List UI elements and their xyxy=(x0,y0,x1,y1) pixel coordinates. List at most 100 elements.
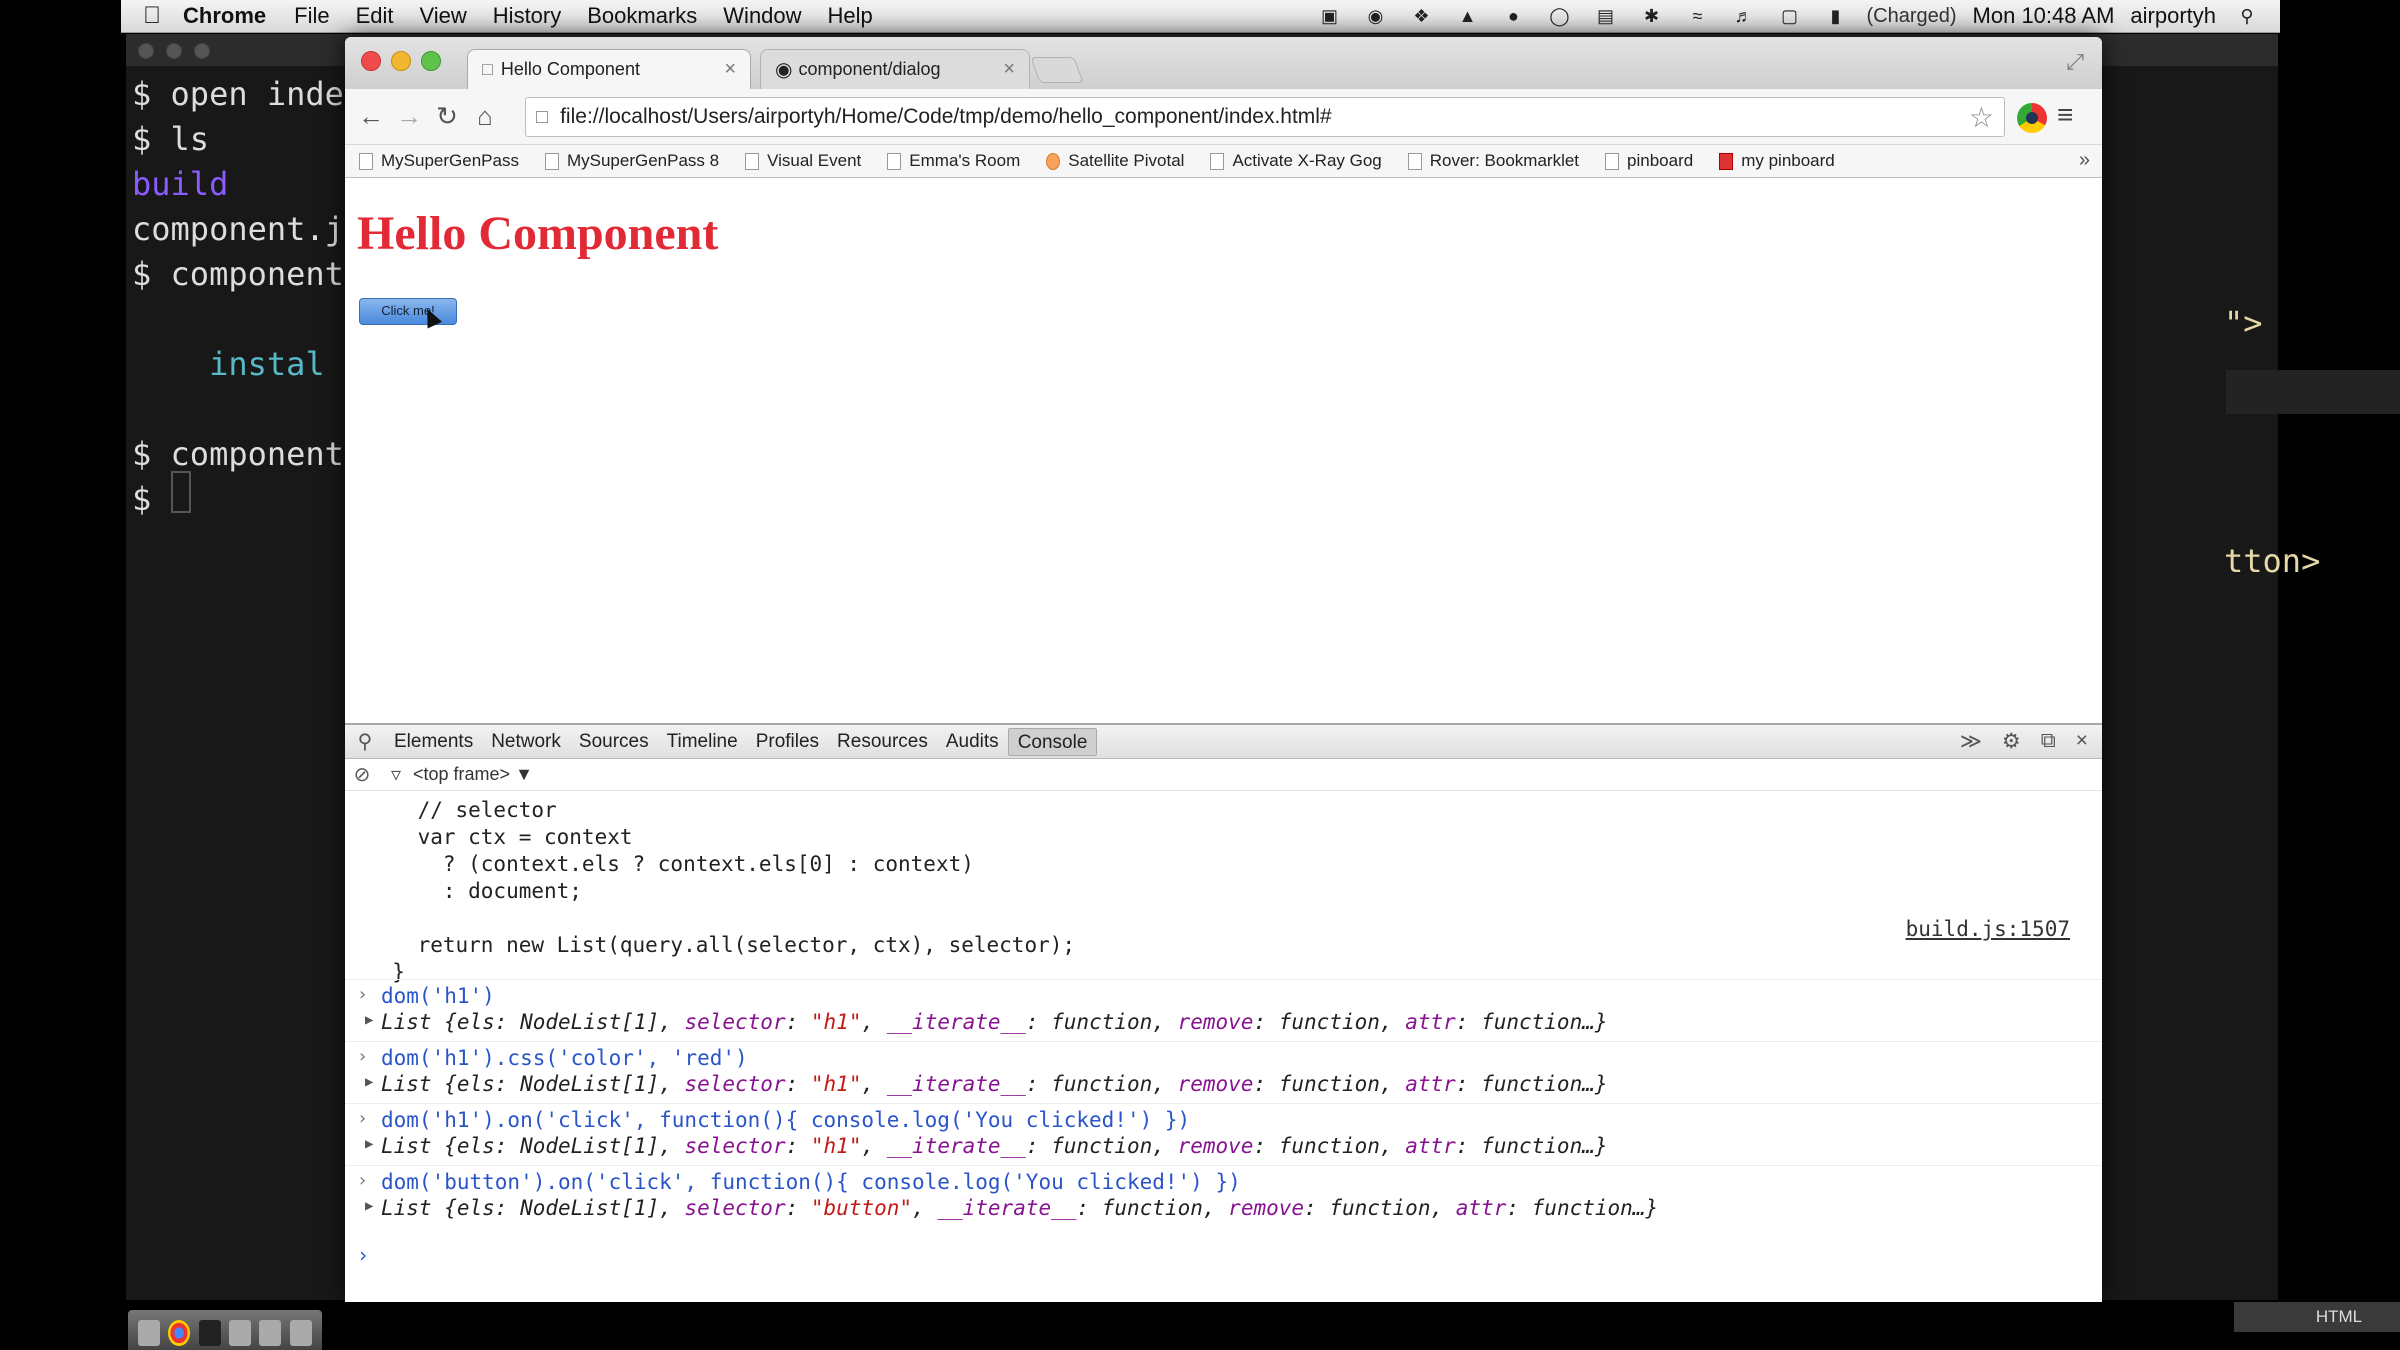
tab-sources[interactable]: Sources xyxy=(570,728,658,756)
camera-icon[interactable]: ▣ xyxy=(1314,5,1344,27)
console-result[interactable]: ▶ List {els: NodeList[1], selector: "h1",… xyxy=(365,1072,1608,1096)
volume-icon[interactable]: ♬ xyxy=(1728,5,1758,27)
dock-app-icon[interactable] xyxy=(229,1320,252,1346)
settings-gear-icon[interactable]: ⚙ xyxy=(2002,729,2021,754)
user-name[interactable]: airportyh xyxy=(2130,3,2216,29)
dock-app-icon[interactable] xyxy=(259,1320,282,1346)
page-heading[interactable]: Hello Component xyxy=(357,206,718,261)
terminal-close-icon[interactable] xyxy=(138,43,154,59)
click-me-button[interactable]: Click me! xyxy=(359,298,457,325)
tab-close-icon[interactable]: × xyxy=(1003,58,1015,81)
console-drawer-icon[interactable]: ≫ xyxy=(1960,729,1982,754)
reload-icon[interactable]: ↻ xyxy=(431,101,463,132)
tab-close-icon[interactable]: × xyxy=(724,58,736,81)
tab-component-dialog[interactable]: ◉ component/dialog × xyxy=(760,49,1030,89)
menu-file[interactable]: File xyxy=(294,3,329,29)
console-result[interactable]: ▶ List {els: NodeList[1], selector: "h1",… xyxy=(365,1134,1608,1158)
battery-icon[interactable]: ▮ xyxy=(1820,5,1850,27)
bookmark-item[interactable]: MySuperGenPass 8 xyxy=(544,151,719,171)
menu-app-name[interactable]: Chrome xyxy=(183,3,266,29)
tab-profiles[interactable]: Profiles xyxy=(747,728,828,756)
console-prompt[interactable]: › xyxy=(357,1243,369,1267)
tab-hello-component[interactable]: □ Hello Component × xyxy=(467,49,751,89)
editor-text: "> xyxy=(2224,304,2263,342)
terminal-output[interactable]: $ open inde $ ls build component.j $ compone… xyxy=(132,72,344,522)
bookmark-item[interactable]: Satellite Pivotal xyxy=(1046,151,1184,171)
tab-elements[interactable]: Elements xyxy=(385,728,482,756)
close-icon[interactable]: × xyxy=(2076,729,2088,754)
forward-icon[interactable]: → xyxy=(393,101,425,132)
bookmarks-overflow-icon[interactable]: » xyxy=(2079,149,2090,172)
menu-view[interactable]: View xyxy=(420,3,467,29)
chat-icon[interactable]: ◯ xyxy=(1544,5,1574,27)
spotlight-search-icon[interactable]: ⚲ xyxy=(2232,5,2262,27)
menu-edit[interactable]: Edit xyxy=(356,3,394,29)
bookmark-item[interactable]: my pinboard xyxy=(1719,151,1835,171)
dock-trash-icon[interactable] xyxy=(289,1320,312,1346)
back-icon[interactable]: ← xyxy=(355,101,387,132)
undock-icon[interactable]: ⧉ xyxy=(2041,729,2056,754)
tab-console[interactable]: Console xyxy=(1007,727,1098,756)
source-link[interactable]: build.js:1507 xyxy=(1906,917,2070,941)
apple-menu-icon[interactable]:  xyxy=(121,2,183,30)
window-minimize-icon[interactable] xyxy=(391,51,411,71)
terminal-line: $ xyxy=(132,480,171,518)
bookmark-item[interactable]: MySuperGenPass xyxy=(359,151,519,171)
new-tab-button[interactable] xyxy=(1030,57,1084,83)
home-icon[interactable]: ⌂ xyxy=(469,101,501,132)
bookmark-item[interactable]: Activate X-Ray Gog xyxy=(1210,151,1382,171)
editor-syntax-status[interactable]: HTML xyxy=(2234,1302,2400,1332)
tab-audits[interactable]: Audits xyxy=(937,728,1008,756)
expand-triangle-icon[interactable]: ▶ xyxy=(365,1198,373,1214)
display-icon[interactable]: ▢ xyxy=(1774,5,1804,27)
window-zoom-icon[interactable] xyxy=(421,51,441,71)
result-value: function xyxy=(1101,1196,1203,1220)
tab-resources[interactable]: Resources xyxy=(828,728,937,756)
menu-help[interactable]: Help xyxy=(828,3,873,29)
menu-history[interactable]: History xyxy=(493,3,561,29)
frame-selector[interactable]: <top frame> ▼ xyxy=(413,764,533,785)
tab-timeline[interactable]: Timeline xyxy=(658,728,747,756)
expand-triangle-icon[interactable]: ▶ xyxy=(365,1074,373,1090)
bookmark-item[interactable]: pinboard xyxy=(1605,151,1693,171)
console-result[interactable]: ▶ List {els: NodeList[1], selector: "h1",… xyxy=(365,1010,1608,1034)
clear-console-icon[interactable]: ⊘ xyxy=(345,762,379,787)
clock[interactable]: Mon 10:48 AM xyxy=(1973,3,2115,29)
console-entry: › dom('button').on('click', function(){ … xyxy=(345,1165,2102,1220)
eye-icon[interactable]: ◉ xyxy=(1360,5,1390,27)
bookmark-item[interactable]: Emma's Room xyxy=(887,151,1020,171)
result-selector: "h1" xyxy=(810,1010,862,1034)
window-close-icon[interactable] xyxy=(361,51,381,71)
expand-triangle-icon[interactable]: ▶ xyxy=(365,1136,373,1152)
console-output[interactable]: // selector var ctx = context ? (context… xyxy=(345,793,2102,1302)
flame-icon[interactable]: ▲ xyxy=(1452,5,1482,27)
url-text[interactable]: file://localhost/Users/airportyh/Home/Co… xyxy=(560,105,1332,129)
dropbox-icon[interactable]: ❖ xyxy=(1406,5,1436,27)
growl-icon[interactable]: ● xyxy=(1498,5,1528,27)
tab-network[interactable]: Network xyxy=(482,728,570,756)
terminal-zoom-icon[interactable] xyxy=(194,43,210,59)
bookmark-item[interactable]: Rover: Bookmarklet xyxy=(1407,151,1580,171)
menu-bookmarks[interactable]: Bookmarks xyxy=(587,3,697,29)
fullscreen-icon[interactable]: ⤢ xyxy=(2066,49,2084,75)
bookmark-item[interactable]: Visual Event xyxy=(745,151,861,171)
address-bar[interactable]: □ file://localhost/Users/airportyh/Home/… xyxy=(525,97,2005,137)
bookmark-star-icon[interactable]: ☆ xyxy=(1969,101,1994,134)
terminal-minimize-icon[interactable] xyxy=(166,43,182,59)
bookmarks-bar: MySuperGenPass MySuperGenPass 8 Visual E… xyxy=(345,145,2102,178)
dock-finder-icon[interactable] xyxy=(138,1320,161,1346)
inspect-search-icon[interactable]: ⚲ xyxy=(345,729,385,754)
extension-icon[interactable] xyxy=(2017,103,2047,133)
menu-window[interactable]: Window xyxy=(723,3,801,29)
filter-icon[interactable]: ▿ xyxy=(379,762,413,787)
console-result[interactable]: ▶ List {els: NodeList[1], selector: "butt… xyxy=(365,1196,1658,1220)
dock-terminal-icon[interactable] xyxy=(198,1320,221,1346)
expand-triangle-icon[interactable]: ▶ xyxy=(365,1012,373,1028)
bluetooth-icon[interactable]: ✱ xyxy=(1636,5,1666,27)
wifi-icon[interactable]: ≈ xyxy=(1682,5,1712,27)
result-prefix: List {els: NodeList[1], xyxy=(381,1072,685,1096)
dock-chrome-icon[interactable] xyxy=(168,1320,191,1346)
chrome-menu-icon[interactable]: ≡ xyxy=(2057,99,2073,131)
bookmark-label: Rover: Bookmarklet xyxy=(1429,151,1580,170)
memory-icon[interactable]: ▤ xyxy=(1590,5,1620,27)
